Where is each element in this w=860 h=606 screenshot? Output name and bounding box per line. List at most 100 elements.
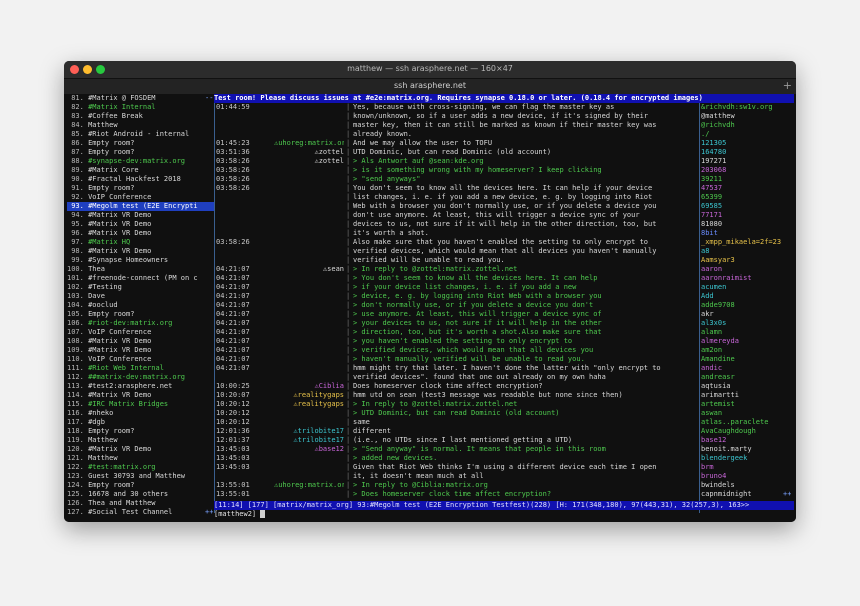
nick-list-item[interactable]: 77171	[701, 211, 794, 220]
nick-list-item[interactable]: bruno4	[701, 472, 794, 481]
buffer-item[interactable]: 94. #Matrix VR Demo	[67, 211, 214, 220]
nick-list-item[interactable]: 164780	[701, 148, 794, 157]
message-nick[interactable]	[274, 418, 344, 427]
message-nick[interactable]	[274, 283, 344, 292]
buffer-item[interactable]: 111. #Riot Web Internal	[67, 364, 214, 373]
buffer-item[interactable]: 86. Empty room?	[67, 139, 214, 148]
buffer-item[interactable]: 89. #Matrix Core	[67, 166, 214, 175]
buffer-item[interactable]: 126. Thea and Matthew	[67, 499, 214, 508]
buffer-item[interactable]: 125. 16678 and 30 others	[67, 490, 214, 499]
buffer-item[interactable]: 92. VoIP Conference	[67, 193, 214, 202]
nick-list-item[interactable]: alamn	[701, 328, 794, 337]
message-nick[interactable]	[274, 247, 344, 256]
nick-list-item[interactable]: 65399	[701, 193, 794, 202]
message-nick[interactable]: ⚠base12	[274, 445, 344, 454]
nick-list-item[interactable]: 121305	[701, 139, 794, 148]
buffer-item[interactable]: 118. Empty room?	[67, 427, 214, 436]
message-nick[interactable]	[274, 292, 344, 301]
message-nick[interactable]	[274, 364, 344, 373]
buffer-item[interactable]: 107. VoIP Conference	[67, 328, 214, 337]
buffer-item[interactable]: 121. Matthew	[67, 454, 214, 463]
message-nick[interactable]	[274, 355, 344, 364]
buffer-item[interactable]: 99. #Synapse Homeowners	[67, 256, 214, 265]
message-nick[interactable]	[274, 121, 344, 130]
buffer-item[interactable]: 93. #Megolm test (E2E Encrypti	[67, 202, 214, 211]
nick-list-item[interactable]: blendergeek	[701, 454, 794, 463]
buffer-item[interactable]: 82. #Matrix Internal	[67, 103, 214, 112]
message-nick[interactable]: ⚠Ciblia	[274, 382, 344, 391]
buffer-item[interactable]: 98. #Matrix VR Demo	[67, 247, 214, 256]
message-nick[interactable]	[274, 130, 344, 139]
buffer-item[interactable]: 123. Guest 30793 and Matthew	[67, 472, 214, 481]
message-nick[interactable]: ⚠realitygaps	[274, 400, 344, 409]
buffer-item[interactable]: 112. ##matrix-dev:matrix.org	[67, 373, 214, 382]
message-nick[interactable]	[274, 103, 344, 112]
nick-list-item[interactable]: a8	[701, 247, 794, 256]
message-nick[interactable]	[274, 373, 344, 382]
message-nick[interactable]: ⚠uhoreg:matrix.org	[274, 139, 344, 148]
message-nick[interactable]: ⚠trilobite17	[274, 427, 344, 436]
buffer-item[interactable]: 127. #Social Test Channel	[67, 508, 214, 517]
message-nick[interactable]	[274, 220, 344, 229]
nick-list-item[interactable]: benoit.marty	[701, 445, 794, 454]
buffer-item[interactable]: 122. #test:matrix.org	[67, 463, 214, 472]
nick-list-item[interactable]: aaron	[701, 265, 794, 274]
nick-list-item[interactable]: adde9708	[701, 301, 794, 310]
message-nick[interactable]: ⚠realitygaps	[274, 391, 344, 400]
buffer-item[interactable]: 103. Dave	[67, 292, 214, 301]
buffer-item[interactable]: 88. #synapse-dev:matrix.org	[67, 157, 214, 166]
buffer-item[interactable]: 102. #Testing	[67, 283, 214, 292]
nick-list-item[interactable]: 203068	[701, 166, 794, 175]
nick-list-item[interactable]: am2on	[701, 346, 794, 355]
buffer-item[interactable]: 91. Empty room?	[67, 184, 214, 193]
buffer-item[interactable]: 105. Empty room?	[67, 310, 214, 319]
nick-list-item[interactable]: Add	[701, 292, 794, 301]
message-nick[interactable]	[274, 193, 344, 202]
buffer-item[interactable]: 117. #dgb	[67, 418, 214, 427]
nick-list-item[interactable]: artemist	[701, 400, 794, 409]
buffer-item[interactable]: 108. #Matrix VR Demo	[67, 337, 214, 346]
message-nick[interactable]	[274, 256, 344, 265]
buffer-item[interactable]: 119. Matthew	[67, 436, 214, 445]
nick-list-item[interactable]: &richvdh:sw1v.org	[701, 103, 794, 112]
title-bar[interactable]: matthew — ssh arasphere.net — 160×47	[64, 61, 796, 78]
nick-list-item[interactable]: almereyda	[701, 337, 794, 346]
nick-list-item[interactable]: Aamsyar3	[701, 256, 794, 265]
message-nick[interactable]: ⚠zottel	[274, 157, 344, 166]
message-nick[interactable]	[274, 490, 344, 499]
buffer-item[interactable]: 90. #Fractal Hackfest 2018	[67, 175, 214, 184]
buffer-item[interactable]: 124. Empty room?	[67, 481, 214, 490]
nick-list-item[interactable]: bwindels	[701, 481, 794, 490]
input-line[interactable]: [matthew2]	[214, 510, 794, 519]
buffer-item[interactable]: 120. #Matrix VR Demo	[67, 445, 214, 454]
buffer-item[interactable]: 109. #Matrix VR Demo	[67, 346, 214, 355]
buffer-item[interactable]: 96. #Matrix VR Demo	[67, 229, 214, 238]
nick-list-item[interactable]: @matthew	[701, 112, 794, 121]
buffer-item[interactable]: 81. #Matrix @ FOSDEM	[67, 94, 214, 103]
nick-list-item[interactable]: akr	[701, 310, 794, 319]
nick-list-item[interactable]: 81080	[701, 220, 794, 229]
nick-list-item[interactable]: 8bit	[701, 229, 794, 238]
nick-list-item[interactable]: base12	[701, 436, 794, 445]
nick-list-item[interactable]: aaronraimist	[701, 274, 794, 283]
nick-list-item[interactable]: 47537	[701, 184, 794, 193]
buffer-item[interactable]: 113. #test2:arasphere.net	[67, 382, 214, 391]
buffer-item[interactable]: 87. Empty room?	[67, 148, 214, 157]
buffer-item[interactable]: 100. Thea	[67, 265, 214, 274]
nick-list-item[interactable]: brm	[701, 463, 794, 472]
message-nick[interactable]	[274, 166, 344, 175]
new-tab-button[interactable]: +	[783, 79, 792, 92]
message-nick[interactable]	[274, 238, 344, 247]
buffer-item[interactable]: 85. #Riot Android - internal	[67, 130, 214, 139]
message-nick[interactable]	[274, 454, 344, 463]
message-nick[interactable]	[274, 274, 344, 283]
tab-ssh[interactable]: ssh arasphere.net	[64, 81, 796, 90]
message-nick[interactable]	[274, 337, 344, 346]
nick-list-item[interactable]: aswan	[701, 409, 794, 418]
buffer-item[interactable]: 95. #Matrix VR Demo	[67, 220, 214, 229]
message-nick[interactable]	[274, 319, 344, 328]
buffer-item[interactable]: 110. VoIP Conference	[67, 355, 214, 364]
message-nick[interactable]	[274, 184, 344, 193]
buffer-item[interactable]: 83. #Coffee Break	[67, 112, 214, 121]
nick-list-item[interactable]: @richvdh	[701, 121, 794, 130]
